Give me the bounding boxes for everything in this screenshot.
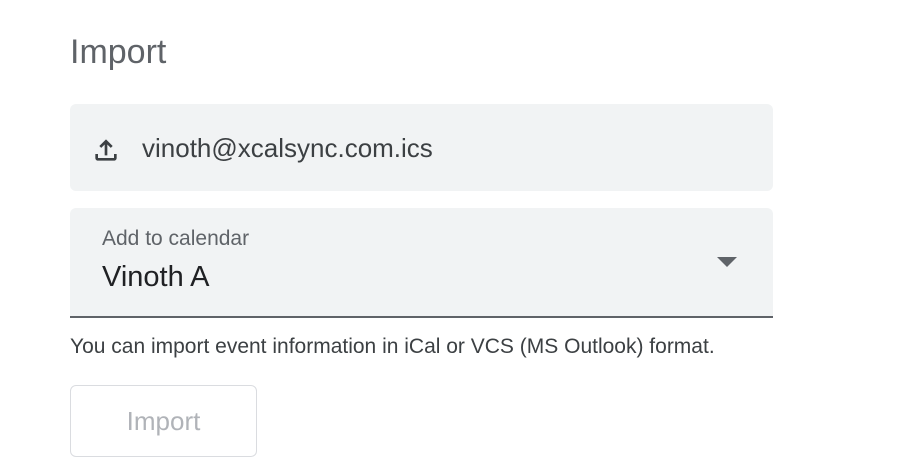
calendar-select-label: Add to calendar <box>102 227 250 250</box>
calendar-select[interactable]: Add to calendar Vinoth A <box>70 208 773 318</box>
help-text: You can import event information in iCal… <box>70 335 715 358</box>
selected-file-name[interactable]: vinoth@xcalsync.com.ics <box>142 128 433 168</box>
import-button[interactable]: Import <box>70 385 257 457</box>
dropdown-arrow-icon[interactable] <box>717 257 737 267</box>
calendar-select-value[interactable]: Vinoth A <box>102 258 210 296</box>
import-page: Import vinoth@xcalsync.com.ics Add to ca… <box>0 0 922 470</box>
upload-icon[interactable] <box>90 134 122 166</box>
section-title: Import <box>70 33 167 71</box>
